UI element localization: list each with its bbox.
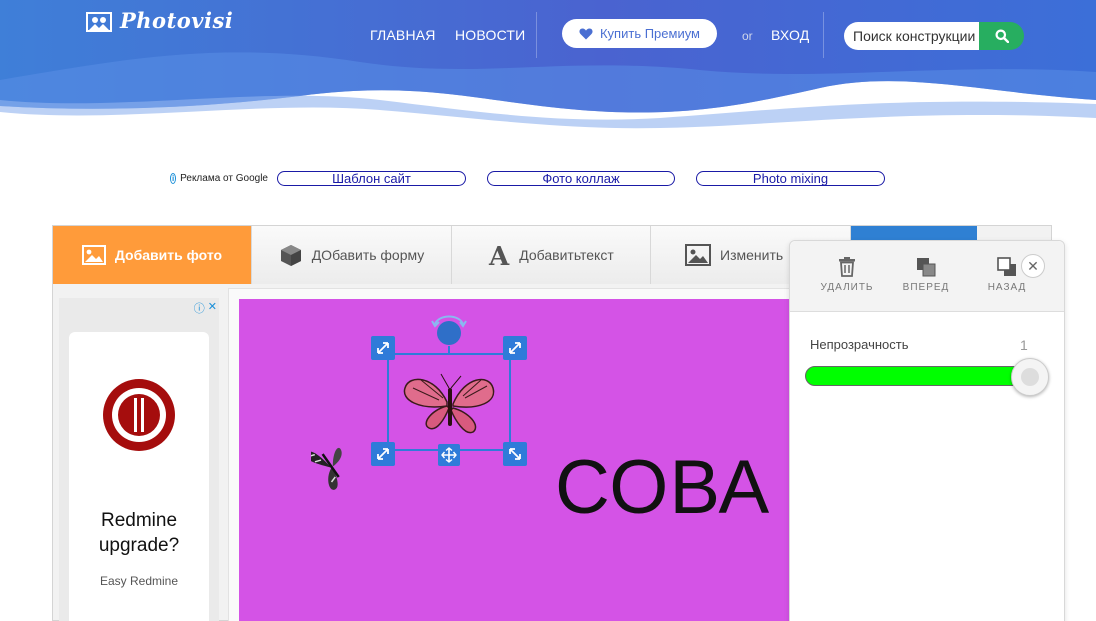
resize-arrows-icon	[377, 342, 389, 354]
search-bar	[844, 22, 1024, 50]
buy-premium-label: Купить Премиум	[599, 26, 700, 41]
ad-card: Redmine upgrade? Easy Redmine	[69, 332, 209, 621]
panel-close-button[interactable]: ✕	[1021, 254, 1045, 278]
close-icon: ✕	[207, 301, 217, 313]
canvas-area: СОВА	[228, 288, 848, 621]
redmine-logo-icon	[103, 379, 175, 451]
picture-icon	[685, 244, 711, 266]
opacity-value: 1	[1020, 337, 1028, 353]
resize-handle-top-right[interactable]	[503, 336, 527, 360]
nav-divider	[823, 12, 824, 58]
cube-icon	[279, 243, 303, 267]
search-button[interactable]	[979, 22, 1024, 50]
heart-icon	[579, 28, 593, 39]
tab-add-photo-label: Добавить фото	[114, 247, 223, 263]
search-icon	[995, 29, 1009, 43]
close-icon: ✕	[1027, 257, 1039, 274]
tab-add-text[interactable]: A Добавитьтекст	[452, 226, 651, 284]
opacity-slider-handle[interactable]	[1011, 358, 1049, 396]
rotate-handle[interactable]	[429, 312, 469, 346]
bring-forward-label: ВПЕРЕД	[902, 282, 950, 293]
ad-choices[interactable]: ⓘ ✕	[194, 300, 217, 316]
resize-arrows-icon	[509, 342, 521, 354]
or-text: or	[742, 29, 753, 43]
ads-by-google-label: i Реклама от Google	[170, 173, 268, 184]
opacity-slider-track[interactable]	[805, 366, 1035, 386]
nav-home-link[interactable]: ГЛАВНАЯ	[370, 27, 436, 43]
send-backward-icon	[997, 257, 1016, 276]
trash-icon	[839, 257, 855, 277]
move-arrows-icon	[441, 447, 457, 463]
logo-photo-icon	[86, 11, 112, 32]
tab-add-shape-label: ДОбавить форму	[311, 247, 425, 263]
logo-text: Photovisi	[120, 8, 234, 33]
ad-title: Redmine upgrade?	[98, 510, 180, 556]
info-icon: ⓘ	[193, 303, 205, 315]
delete-label: УДАЛИТЬ	[820, 282, 874, 293]
search-input[interactable]	[844, 22, 979, 50]
ad-link-site-template[interactable]: Шаблон сайт	[277, 171, 466, 186]
panel-actions-bar: УДАЛИТЬ ВПЕРЕД НАЗАД ✕	[790, 241, 1064, 312]
tab-add-text-label: Добавитьтекст	[519, 247, 614, 263]
resize-arrows-icon	[377, 448, 389, 460]
ad-link-photo-mixing[interactable]: Photo mixing	[696, 171, 885, 186]
delete-button[interactable]: УДАЛИТЬ	[812, 257, 882, 293]
buy-premium-button[interactable]: Купить Премиум	[562, 19, 717, 48]
opacity-label: Непрозрачность	[810, 337, 909, 352]
bring-forward-icon	[917, 258, 936, 277]
butterfly-small-image[interactable]	[311, 437, 353, 497]
svg-text:A: A	[488, 243, 510, 267]
nav-divider	[536, 12, 537, 58]
ad-subtitle: Easy Redmine	[99, 574, 179, 588]
resize-handle-top-left[interactable]	[371, 336, 395, 360]
ad-link-photo-collage[interactable]: Фото коллаж	[487, 171, 675, 186]
move-handle[interactable]	[438, 444, 460, 466]
resize-arrows-icon	[509, 448, 521, 460]
bring-forward-button[interactable]: ВПЕРЕД	[891, 257, 961, 293]
properties-panel: УДАЛИТЬ ВПЕРЕД НАЗАД ✕ Непрозрачность 1	[789, 240, 1065, 621]
collage-canvas[interactable]: СОВА	[239, 299, 839, 621]
resize-handle-bottom-right[interactable]	[503, 442, 527, 466]
info-icon: i	[170, 173, 177, 184]
photovisi-logo[interactable]: Photovisi	[86, 8, 233, 33]
tab-add-photo[interactable]: Добавить фото	[53, 226, 252, 284]
ad-links-row: i Реклама от Google Шаблон сайт Фото кол…	[170, 171, 890, 187]
ads-by-google-text: Реклама от Google	[180, 173, 268, 184]
resize-handle-bottom-left[interactable]	[371, 442, 395, 466]
tab-edit-label: Изменить	[720, 247, 784, 263]
image-icon	[81, 245, 106, 265]
text-icon: A	[488, 243, 510, 267]
login-link[interactable]: ВХОД	[771, 27, 809, 43]
page: Photovisi ГЛАВНАЯ НОВОСТИ Купить Премиум…	[0, 0, 1096, 621]
tab-add-shape[interactable]: ДОбавить форму	[252, 226, 452, 284]
canvas-text-sova[interactable]: СОВА	[555, 444, 770, 531]
send-backward-label: НАЗАД	[987, 282, 1027, 293]
butterfly-pink-image[interactable]	[403, 373, 495, 434]
nav-news-link[interactable]: НОВОСТИ	[455, 27, 525, 43]
site-header: Photovisi ГЛАВНАЯ НОВОСТИ Купить Премиум…	[0, 0, 1096, 135]
side-advertisement[interactable]: ⓘ ✕ Redmine upgrade? Easy Redmine	[59, 298, 219, 621]
